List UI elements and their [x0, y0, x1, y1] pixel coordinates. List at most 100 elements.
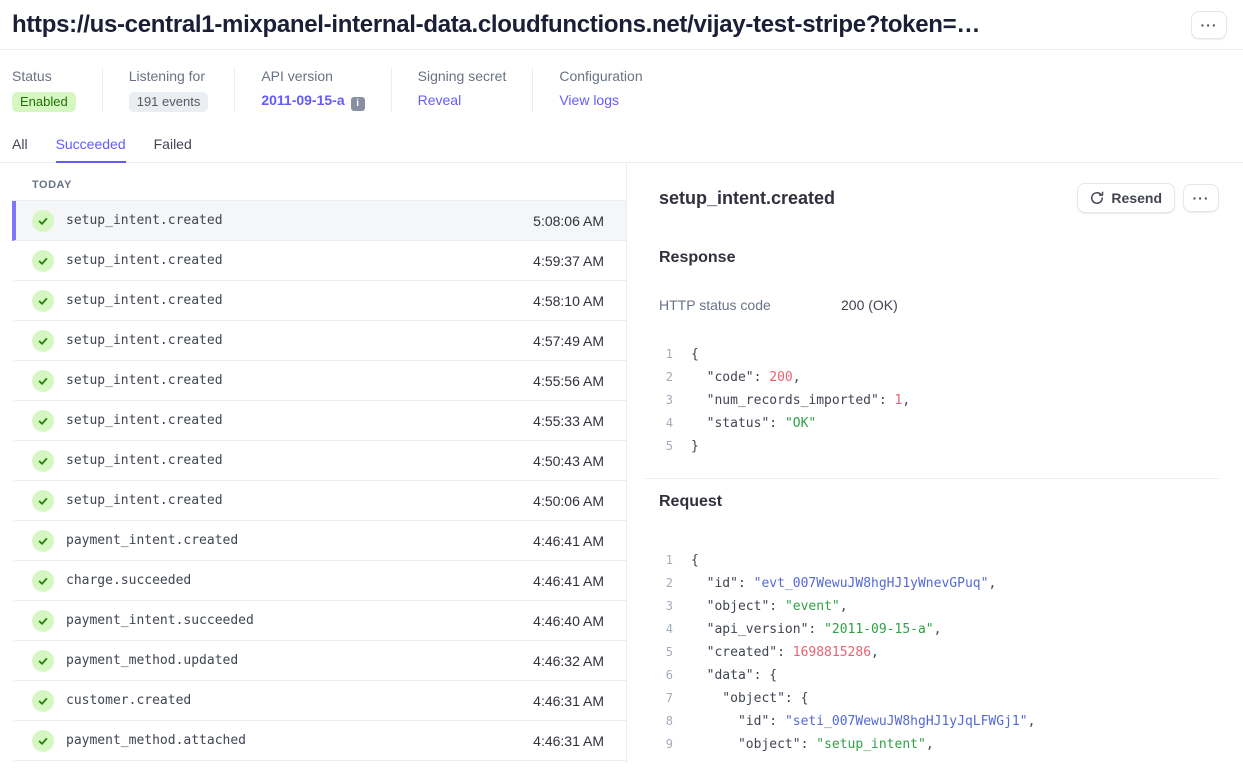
success-check-icon	[32, 490, 54, 512]
event-row[interactable]: payment_method.updated 4:46:32 AM	[12, 641, 626, 681]
success-check-icon	[32, 370, 54, 392]
event-type: setup_intent.created	[66, 373, 223, 388]
event-row[interactable]: payment_method.attached 4:46:31 AM	[12, 721, 626, 761]
detail-title: setup_intent.created	[659, 188, 835, 209]
section-divider	[645, 478, 1219, 479]
event-type: setup_intent.created	[66, 253, 223, 268]
view-logs-link[interactable]: View logs	[559, 92, 619, 108]
code-line: 1{	[659, 549, 1219, 572]
response-heading: Response	[659, 249, 1219, 267]
event-time: 4:57:49 AM	[533, 333, 604, 349]
ellipsis-icon: ···	[1193, 191, 1210, 205]
detail-more-button[interactable]: ···	[1183, 184, 1219, 212]
event-group-label: TODAY	[12, 163, 626, 201]
code-line: 4 "status": "OK"	[659, 412, 1219, 435]
event-row[interactable]: setup_intent.created 4:58:10 AM	[12, 281, 626, 321]
success-check-icon	[32, 730, 54, 752]
event-type: setup_intent.created	[66, 293, 223, 308]
event-type: charge.succeeded	[66, 573, 191, 588]
success-check-icon	[32, 450, 54, 472]
event-row[interactable]: setup_intent.created 4:57:49 AM	[12, 321, 626, 361]
success-check-icon	[32, 570, 54, 592]
meta-status: Status Enabled	[12, 68, 102, 112]
tab-failed[interactable]: Failed	[154, 136, 192, 163]
status-badge: Enabled	[12, 92, 76, 112]
meta-listening: Listening for 191 events	[102, 68, 235, 112]
signing-secret-label: Signing secret	[418, 68, 507, 84]
meta-configuration: Configuration View logs	[532, 68, 668, 112]
success-check-icon	[32, 290, 54, 312]
event-row[interactable]: setup_intent.created 4:55:56 AM	[12, 361, 626, 401]
event-row[interactable]: setup_intent.created 4:50:06 AM	[12, 481, 626, 521]
resend-label: Resend	[1111, 190, 1162, 206]
event-row[interactable]: payment_intent.succeeded 4:46:40 AM	[12, 601, 626, 641]
event-row[interactable]: payment_intent.created 4:46:41 AM	[12, 521, 626, 561]
event-time: 4:46:40 AM	[533, 613, 604, 629]
event-row[interactable]: charge.succeeded 4:46:41 AM	[12, 561, 626, 601]
resend-button[interactable]: Resend	[1077, 183, 1175, 213]
configuration-label: Configuration	[559, 68, 642, 84]
event-type: customer.created	[66, 693, 191, 708]
success-check-icon	[32, 210, 54, 232]
code-line: 3 "object": "event",	[659, 595, 1219, 618]
event-type: payment_method.attached	[66, 733, 246, 748]
event-type: setup_intent.created	[66, 413, 223, 428]
event-time: 4:46:41 AM	[533, 573, 604, 589]
reveal-secret-link[interactable]: Reveal	[418, 92, 462, 108]
event-time: 4:46:41 AM	[533, 533, 604, 549]
code-line: 7 "object": {	[659, 687, 1219, 710]
status-label: Status	[12, 68, 76, 84]
http-status-value: 200 (OK)	[841, 297, 898, 313]
event-type: payment_intent.succeeded	[66, 613, 254, 628]
success-check-icon	[32, 250, 54, 272]
event-row[interactable]: customer.created 4:46:31 AM	[12, 681, 626, 721]
meta-api-version: API version 2011-09-15-ai	[234, 68, 390, 112]
code-line: 1{	[659, 343, 1219, 366]
event-type: setup_intent.created	[66, 213, 223, 228]
endpoint-url-title: https://us-central1-mixpanel-internal-da…	[12, 11, 980, 39]
event-time: 4:59:37 AM	[533, 253, 604, 269]
event-time: 4:58:10 AM	[533, 293, 604, 309]
endpoint-meta-row: Status Enabled Listening for 191 events …	[0, 50, 1243, 112]
http-status-row: HTTP status code 200 (OK)	[659, 297, 1219, 313]
api-version-link[interactable]: 2011-09-15-a	[261, 92, 344, 108]
tab-succeeded[interactable]: Succeeded	[56, 136, 126, 163]
success-check-icon	[32, 330, 54, 352]
detail-header: setup_intent.created Resend ···	[659, 183, 1219, 213]
success-check-icon	[32, 690, 54, 712]
event-time: 4:55:33 AM	[533, 413, 604, 429]
event-row[interactable]: setup_intent.created 4:50:43 AM	[12, 441, 626, 481]
event-type: setup_intent.created	[66, 453, 223, 468]
success-check-icon	[32, 610, 54, 632]
listening-badge: 191 events	[129, 92, 209, 112]
event-row[interactable]: setup_intent.created 4:55:33 AM	[12, 401, 626, 441]
code-line: 2 "id": "evt_007WewuJW8hgHJ1yWnevGPuq",	[659, 572, 1219, 595]
event-row[interactable]: setup_intent.created 4:59:37 AM	[12, 241, 626, 281]
code-line: 2 "code": 200,	[659, 366, 1219, 389]
event-time: 4:46:31 AM	[533, 733, 604, 749]
ellipsis-icon: ···	[1201, 18, 1218, 32]
event-time: 4:50:06 AM	[533, 493, 604, 509]
listening-label: Listening for	[129, 68, 209, 84]
header-more-button[interactable]: ···	[1191, 11, 1227, 39]
success-check-icon	[32, 650, 54, 672]
http-status-label: HTTP status code	[659, 297, 841, 313]
event-time: 4:55:56 AM	[533, 373, 604, 389]
code-line: 5}	[659, 435, 1219, 458]
code-line: 6 "data": {	[659, 664, 1219, 687]
event-list: setup_intent.created 5:08:06 AM setup_in…	[0, 201, 626, 761]
event-list-panel: TODAY setup_intent.created 5:08:06 AM se…	[0, 163, 627, 763]
event-time: 4:46:32 AM	[533, 653, 604, 669]
event-type: payment_intent.created	[66, 533, 238, 548]
success-check-icon	[32, 410, 54, 432]
event-type: payment_method.updated	[66, 653, 238, 668]
api-version-label: API version	[261, 68, 364, 84]
event-time: 4:46:31 AM	[533, 693, 604, 709]
success-check-icon	[32, 530, 54, 552]
tab-all[interactable]: All	[12, 136, 28, 163]
main-content: TODAY setup_intent.created 5:08:06 AM se…	[0, 163, 1243, 763]
code-line: 5 "created": 1698815286,	[659, 641, 1219, 664]
event-row[interactable]: setup_intent.created 5:08:06 AM	[12, 201, 626, 241]
code-line: 3 "num_records_imported": 1,	[659, 389, 1219, 412]
refresh-icon	[1090, 191, 1104, 205]
